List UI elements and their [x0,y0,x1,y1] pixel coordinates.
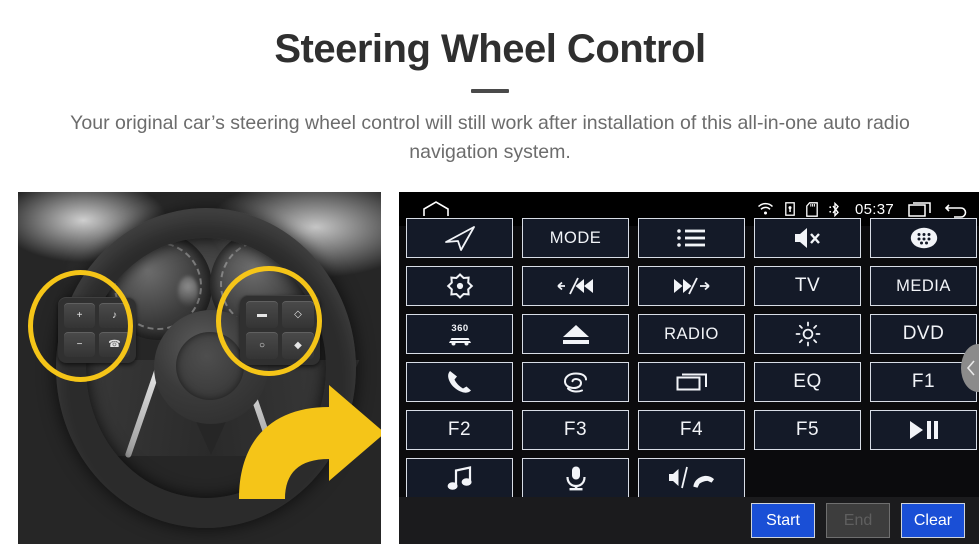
btn-speaker-hangup[interactable] [638,458,745,498]
btn-eq-label: EQ [793,371,822,392]
next-track-icon [671,275,712,297]
end-button: End [826,503,890,538]
btn-f2[interactable]: F2 [406,410,513,450]
btn-next[interactable] [638,266,745,306]
start-button[interactable]: Start [751,503,815,538]
btn-music[interactable] [406,458,513,498]
btn-previous[interactable] [522,266,629,306]
btn-window[interactable] [638,362,745,402]
btn-media-label: MEDIA [896,276,951,295]
btn-mute[interactable] [754,218,861,258]
btn-radio-label: RADIO [664,324,719,343]
eject-icon [561,323,591,345]
btn-empty-1 [754,458,861,498]
function-button-grid: MODE TV MEDIA 360 RADIO DVD EQ F1 F2 F3 F4 F5 [399,218,979,498]
btn-360[interactable]: 360 [406,314,513,354]
swirl-icon [563,371,589,394]
microphone-icon [564,465,588,491]
btn-tv-label: TV [794,275,821,296]
previous-track-icon [556,275,596,297]
btn-f5-label: F5 [795,419,820,440]
header: Steering Wheel Control Your original car… [0,0,980,167]
btn-f3-label: F3 [563,419,588,440]
page-root: Steering Wheel Control Your original car… [0,0,980,544]
btn-f4[interactable]: F4 [638,410,745,450]
highlight-ring-left [28,270,133,382]
btn-eq[interactable]: EQ [754,362,861,402]
btn-eject[interactable] [522,314,629,354]
btn-empty-2 [870,458,977,498]
radio-head-unit: 05:37 MODE TV MEDIA 360 RADIO DVD EQ F1 … [399,192,979,544]
btn-f5[interactable]: F5 [754,410,861,450]
title-divider [471,89,509,93]
recent-apps-icon[interactable] [908,200,934,218]
camera-360-icon: 360 [446,322,474,347]
music-note-icon [446,465,474,491]
end-button-label: End [843,511,873,529]
lock-icon [785,202,795,216]
window-icon [676,372,708,392]
btn-navigation[interactable] [406,218,513,258]
yellow-arrow-icon [233,377,381,507]
btn-play-pause[interactable] [870,410,977,450]
clock: 05:37 [854,200,894,218]
btn-mode-label: MODE [549,228,602,247]
btn-brightness[interactable] [754,314,861,354]
back-icon[interactable] [945,200,969,218]
target-icon [446,273,474,299]
btn-mode[interactable]: MODE [522,218,629,258]
btn-f3[interactable]: F3 [522,410,629,450]
clear-button[interactable]: Clear [901,503,965,538]
home-icon[interactable] [421,200,451,218]
action-bar: Start End Clear [399,497,979,544]
list-icon [676,227,708,249]
btn-phone[interactable] [406,362,513,402]
clear-button-label: Clear [913,511,953,529]
wifi-icon [757,202,774,216]
apps-grid-icon [910,227,938,249]
svg-text:360: 360 [451,323,468,334]
btn-dvd-label: DVD [902,323,945,344]
page-subtitle: Your original car’s steering wheel contr… [70,112,910,163]
btn-target[interactable] [406,266,513,306]
highlight-ring-right [216,266,322,376]
steering-wheel-photo: + ♪ − ☎ ▬ ◇ ○ ◆ [18,192,381,544]
btn-dvd[interactable]: DVD [870,314,977,354]
bluetooth-icon [829,201,841,217]
mute-icon [793,226,823,250]
media-row: + ♪ − ☎ ▬ ◇ ○ ◆ 05:37 MODE TV MEDIA 360 … [0,192,980,544]
btn-f4-label: F4 [679,419,704,440]
btn-radio[interactable]: RADIO [638,314,745,354]
sd-card-icon [806,201,818,217]
btn-apps[interactable] [870,218,977,258]
btn-microphone[interactable] [522,458,629,498]
phone-icon [446,369,474,395]
play-pause-icon [908,419,940,441]
btn-f2-label: F2 [447,419,472,440]
page-title: Steering Wheel Control [274,27,706,71]
btn-f1-label: F1 [911,371,936,392]
btn-media[interactable]: MEDIA [870,266,977,306]
navigation-arrow-icon [443,223,477,253]
brightness-icon [795,321,821,347]
btn-list[interactable] [638,218,745,258]
start-button-label: Start [766,511,800,529]
speaker-hangup-icon [668,466,716,490]
btn-tv[interactable]: TV [754,266,861,306]
btn-swirl[interactable] [522,362,629,402]
